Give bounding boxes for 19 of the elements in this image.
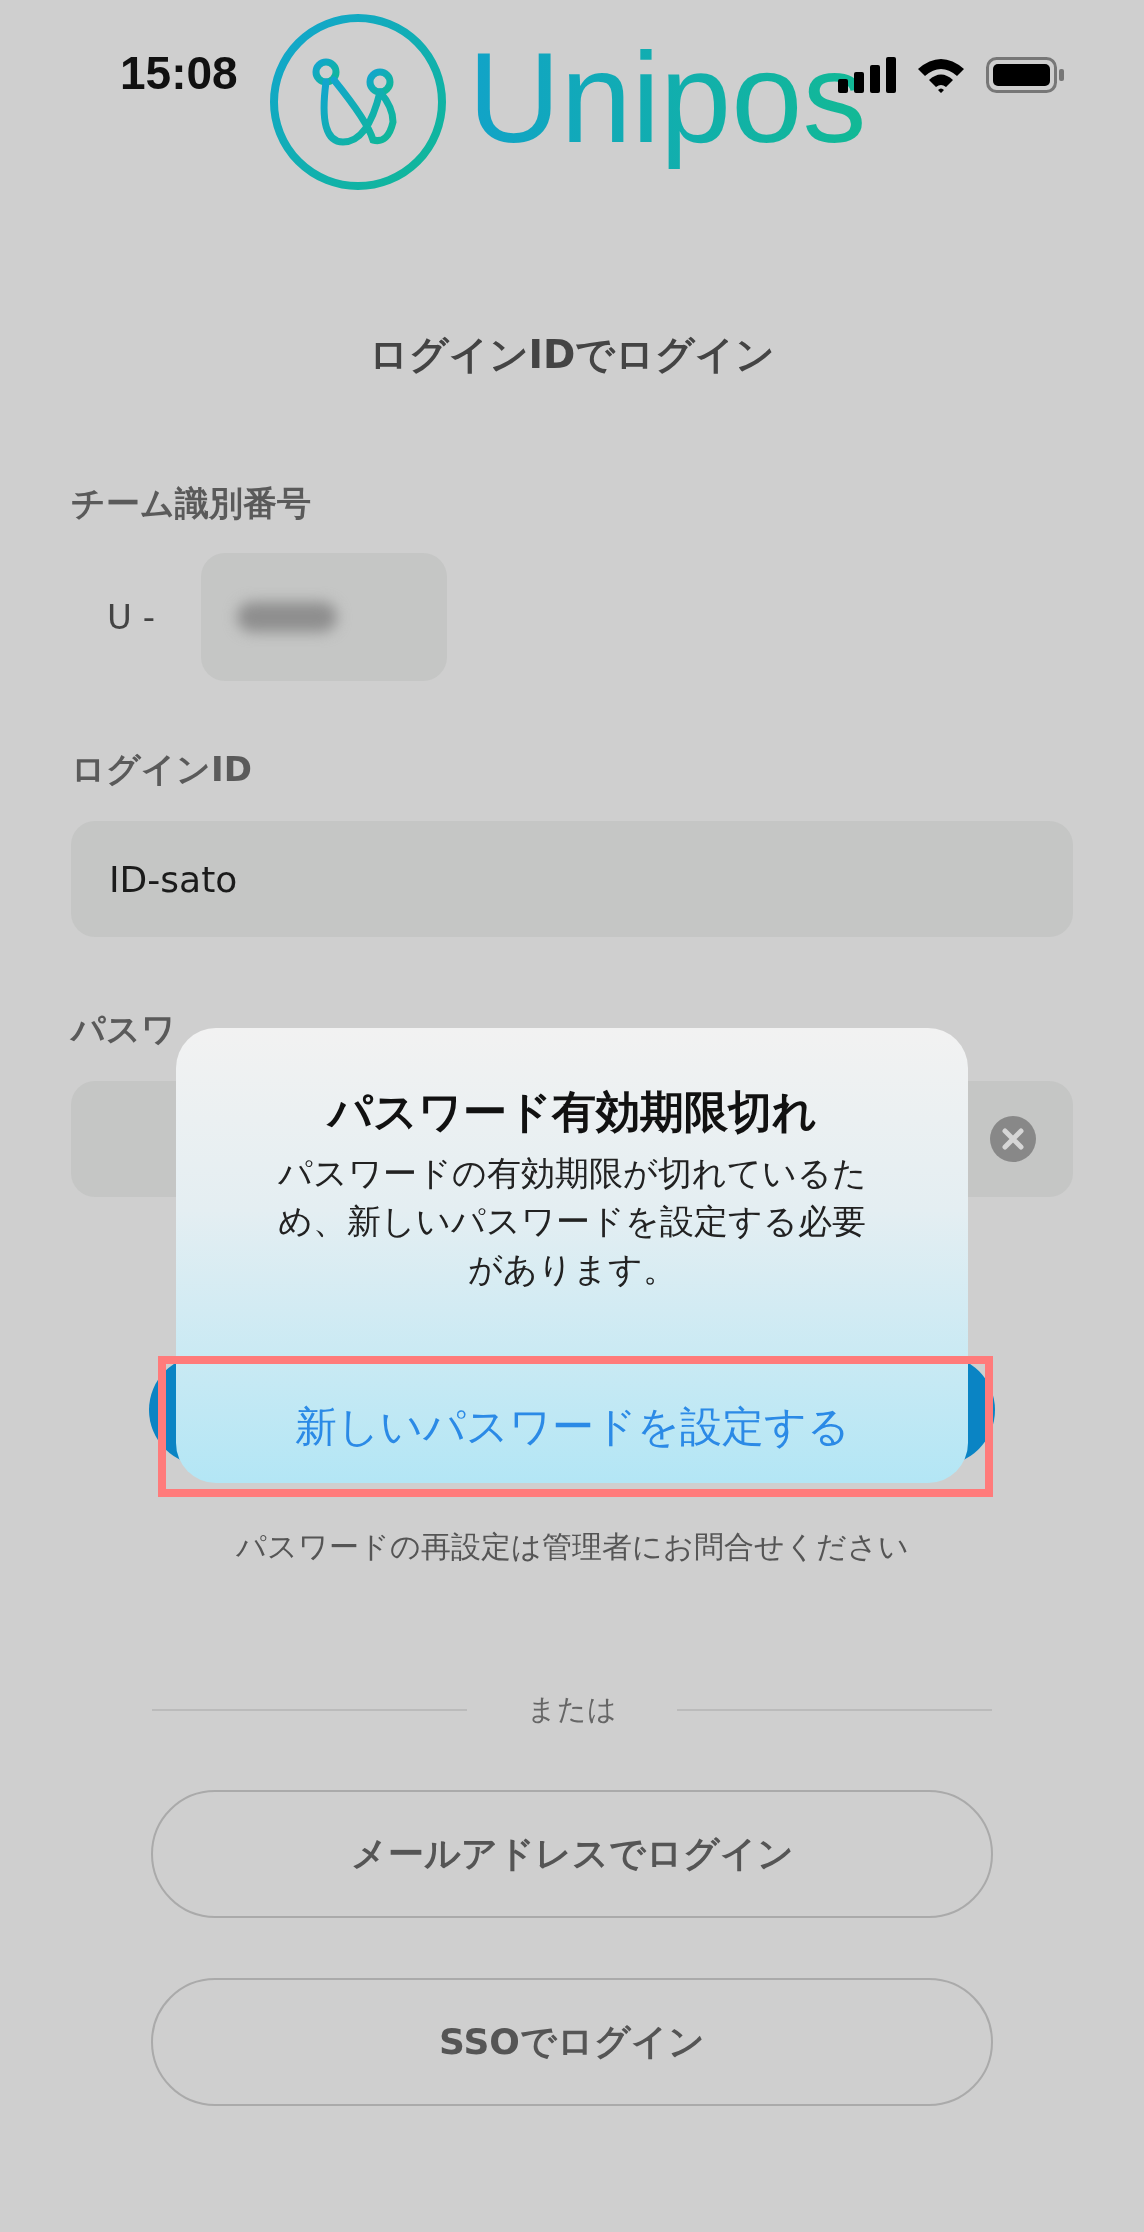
wifi-icon xyxy=(916,57,966,93)
field-label: ログインID xyxy=(71,747,253,791)
login-option-button[interactable]: メールアドレスでログイン xyxy=(151,1790,993,1919)
status-time: 15:08 xyxy=(120,46,238,100)
clear-icon[interactable] xyxy=(990,1116,1036,1163)
login-id-field[interactable]: ID-sato xyxy=(71,821,1073,938)
dialog-title: パスワード有効期限切れ xyxy=(327,1086,817,1139)
login-option-button[interactable]: SSOでログイン xyxy=(151,1978,993,2107)
logo-icon xyxy=(268,12,448,192)
field-label: パスワ xyxy=(71,1008,177,1052)
dialog-action-button[interactable]: 新しいパスワードを設定する xyxy=(176,1371,968,1483)
battery-icon xyxy=(986,57,1066,93)
help-note: パスワードの再設定は管理者にお問合せください xyxy=(234,1528,910,1567)
field-label: チーム識別番号 xyxy=(71,481,312,525)
page-title: ログインIDでログイン xyxy=(367,331,777,379)
team-id-prefix: U - xyxy=(106,596,156,637)
team-id-field[interactable] xyxy=(201,552,447,681)
dialog-message: パスワードの有効期限が切れているため、新しいパスワードを設定する必要があります。 xyxy=(276,1151,868,1291)
divider-label: または xyxy=(526,1691,618,1729)
